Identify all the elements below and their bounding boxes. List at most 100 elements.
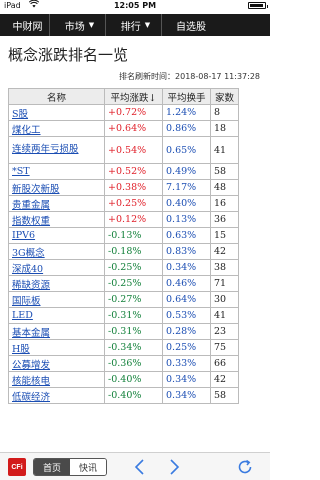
concept-name-link[interactable]: 核能核电: [8, 371, 105, 388]
avg-turnover-cell: 0.83%: [162, 243, 211, 260]
avg-turnover-cell: 0.63%: [162, 227, 211, 244]
avg-change-cell: +0.54%: [104, 136, 163, 164]
avg-change-cell: -0.40%: [104, 387, 163, 404]
table-row[interactable]: 3G概念 -0.18% 0.83% 42: [8, 243, 239, 260]
avg-change-cell: -0.40%: [104, 371, 163, 388]
table-row[interactable]: 国际板 -0.27% 0.64% 30: [8, 291, 239, 308]
concept-name-link[interactable]: *ST: [8, 163, 105, 180]
back-arrow-icon[interactable]: [131, 458, 149, 476]
concept-name-link[interactable]: 基本金属: [8, 323, 105, 340]
stock-count-cell: 42: [210, 243, 239, 260]
avg-turnover-cell: 0.53%: [162, 307, 211, 324]
table-row[interactable]: 公募增发 -0.36% 0.33% 66: [8, 355, 239, 372]
avg-change-cell: -0.13%: [104, 227, 163, 244]
forward-arrow-icon[interactable]: [165, 458, 183, 476]
concept-name-link[interactable]: 稀缺资源: [8, 275, 105, 292]
concept-name-link[interactable]: 3G概念: [8, 243, 105, 260]
table-row[interactable]: 稀缺资源 -0.25% 0.46% 71: [8, 275, 239, 292]
table-row[interactable]: H股 -0.34% 0.25% 75: [8, 339, 239, 356]
avg-change-cell: +0.25%: [104, 195, 163, 212]
avg-turnover-cell: 0.34%: [162, 371, 211, 388]
concept-name-link[interactable]: 指数权重: [8, 211, 105, 228]
avg-turnover-cell: 0.13%: [162, 211, 211, 228]
caret-down-icon: ▼: [88, 21, 95, 29]
stock-count-cell: 41: [210, 136, 239, 164]
avg-change-cell: -0.34%: [104, 339, 163, 356]
concept-name-link[interactable]: 连续两年亏损股: [8, 136, 105, 164]
table-row[interactable]: *ST +0.52% 0.49% 58: [8, 163, 239, 180]
stock-count-cell: 23: [210, 323, 239, 340]
caret-down-icon: ▼: [144, 21, 151, 29]
status-time: 12:05 PM: [113, 1, 157, 10]
avg-turnover-cell: 0.46%: [162, 275, 211, 292]
avg-turnover-cell: 0.34%: [162, 259, 211, 276]
avg-change-cell: -0.18%: [104, 243, 163, 260]
stock-count-cell: 71: [210, 275, 239, 292]
table-row[interactable]: 煤化工 +0.64% 0.86% 18: [8, 120, 239, 137]
nav-item-ranking[interactable]: 排行 ▼: [110, 14, 162, 36]
avg-change-cell: +0.52%: [104, 163, 163, 180]
avg-turnover-cell: 0.25%: [162, 339, 211, 356]
table-row[interactable]: 低碳经济 -0.40% 0.34% 58: [8, 387, 239, 404]
table-row[interactable]: 基本金属 -0.31% 0.28% 23: [8, 323, 239, 340]
header-avg-turnover[interactable]: 平均换手: [162, 88, 211, 105]
nav-item-watchlist[interactable]: 自选股: [166, 14, 216, 36]
stock-count-cell: 15: [210, 227, 239, 244]
concept-name-link[interactable]: 国际板: [8, 291, 105, 308]
concept-name-link[interactable]: 煤化工: [8, 120, 105, 137]
page-title: 概念涨跌排名一览: [8, 46, 129, 64]
status-bar: iPad 12:05 PM: [0, 0, 270, 12]
top-nav-bar: 中财网 市场 ▼ 排行 ▼ 自选股: [0, 14, 270, 36]
avg-turnover-cell: 0.40%: [162, 195, 211, 212]
stock-count-cell: 38: [210, 259, 239, 276]
concept-ranking-table: 名称 平均涨跌↓ 平均换手 家数 S股 +0.72% 1.24% 8 煤化工 +0.64%…: [8, 88, 239, 404]
tab-news-flash[interactable]: 快讯: [70, 459, 106, 475]
avg-change-cell: -0.25%: [104, 259, 163, 276]
header-avg-change[interactable]: 平均涨跌↓: [104, 88, 163, 105]
table-row[interactable]: 新股次新股 +0.38% 7.17% 48: [8, 179, 239, 196]
stock-count-cell: 75: [210, 339, 239, 356]
table-row[interactable]: LED -0.31% 0.53% 41: [8, 307, 239, 324]
avg-turnover-cell: 0.33%: [162, 355, 211, 372]
avg-change-cell: -0.25%: [104, 275, 163, 292]
stock-count-cell: 48: [210, 179, 239, 196]
concept-name-link[interactable]: IPV6: [8, 227, 105, 244]
nav-item-home[interactable]: 中财网: [6, 14, 50, 36]
table-row[interactable]: IPV6 -0.13% 0.63% 15: [8, 227, 239, 244]
table-row[interactable]: 连续两年亏损股 +0.54% 0.65% 41: [8, 136, 239, 164]
bottom-tab-segment: 首页 快讯: [33, 458, 107, 476]
avg-turnover-cell: 1.24%: [162, 104, 211, 121]
table-header-row: 名称 平均涨跌↓ 平均换手 家数: [8, 88, 239, 105]
avg-turnover-cell: 0.65%: [162, 136, 211, 164]
avg-change-cell: +0.12%: [104, 211, 163, 228]
avg-change-cell: -0.31%: [104, 323, 163, 340]
avg-turnover-cell: 0.34%: [162, 387, 211, 404]
avg-change-cell: -0.31%: [104, 307, 163, 324]
tab-home[interactable]: 首页: [34, 459, 70, 475]
avg-turnover-cell: 0.86%: [162, 120, 211, 137]
stock-count-cell: 58: [210, 163, 239, 180]
table-row[interactable]: S股 +0.72% 1.24% 8: [8, 104, 239, 121]
header-name[interactable]: 名称: [8, 88, 105, 105]
stock-count-cell: 66: [210, 355, 239, 372]
concept-name-link[interactable]: 贵重金属: [8, 195, 105, 212]
avg-change-cell: -0.36%: [104, 355, 163, 372]
table-row[interactable]: 核能核电 -0.40% 0.34% 42: [8, 371, 239, 388]
concept-name-link[interactable]: 新股次新股: [8, 179, 105, 196]
concept-name-link[interactable]: 深成40: [8, 259, 105, 276]
concept-name-link[interactable]: H股: [8, 339, 105, 356]
stock-count-cell: 8: [210, 104, 239, 121]
refresh-icon[interactable]: [236, 458, 254, 476]
nav-item-market[interactable]: 市场 ▼: [54, 14, 106, 36]
avg-change-cell: +0.64%: [104, 120, 163, 137]
avg-change-cell: +0.38%: [104, 179, 163, 196]
concept-name-link[interactable]: LED: [8, 307, 105, 324]
stock-count-cell: 30: [210, 291, 239, 308]
table-row[interactable]: 贵重金属 +0.25% 0.40% 16: [8, 195, 239, 212]
table-row[interactable]: 深成40 -0.25% 0.34% 38: [8, 259, 239, 276]
header-count[interactable]: 家数: [210, 88, 239, 105]
concept-name-link[interactable]: S股: [8, 104, 105, 121]
table-row[interactable]: 指数权重 +0.12% 0.13% 36: [8, 211, 239, 228]
concept-name-link[interactable]: 公募增发: [8, 355, 105, 372]
concept-name-link[interactable]: 低碳经济: [8, 387, 105, 404]
